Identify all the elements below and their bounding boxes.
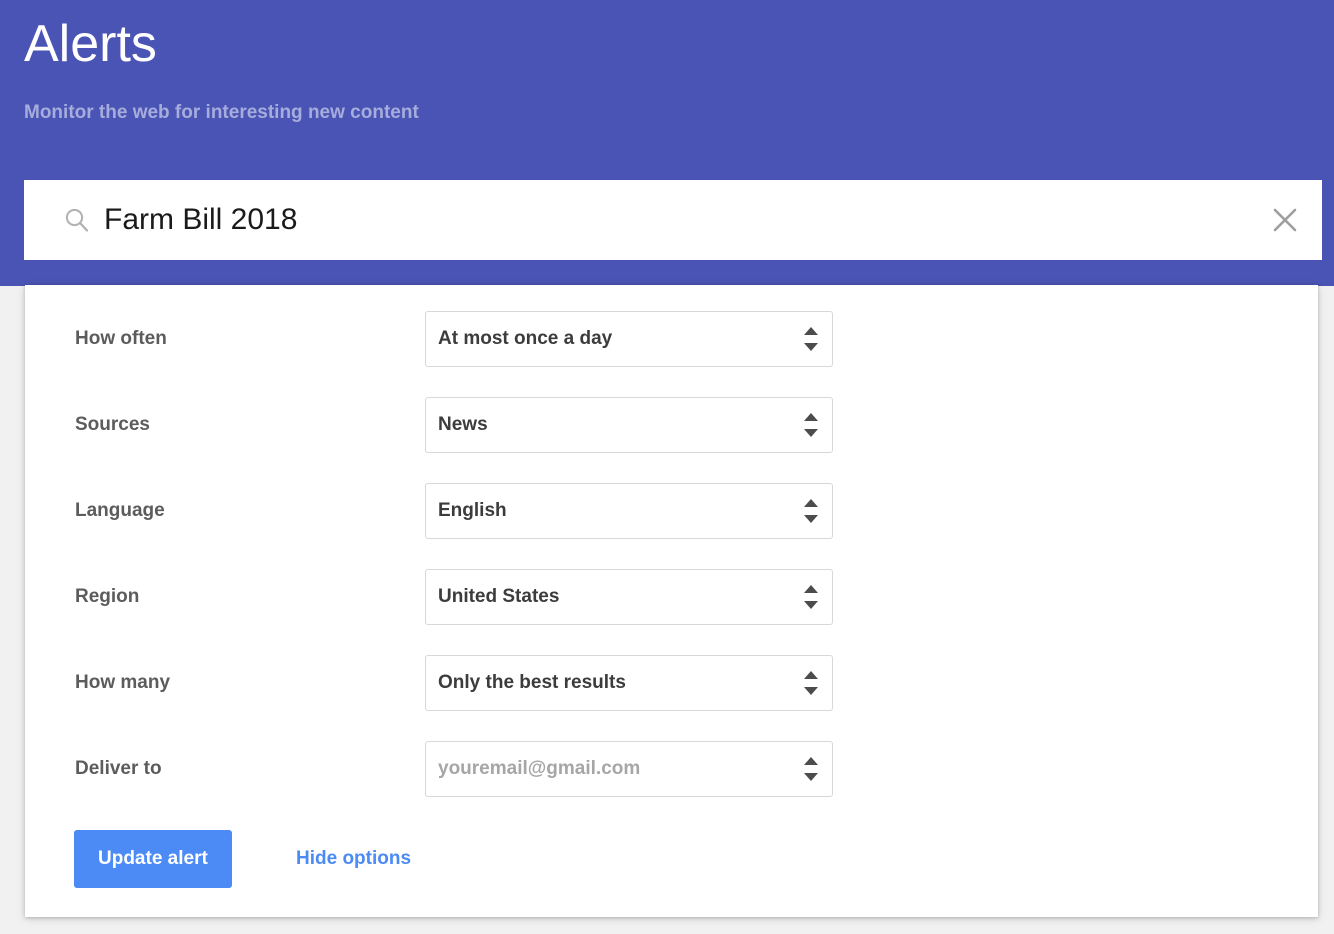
select-deliver-to[interactable]: youremail@gmail.com — [425, 741, 833, 797]
select-region-value: United States — [438, 586, 559, 608]
select-deliver-to-value: youremail@gmail.com — [438, 758, 640, 780]
select-region[interactable]: United States — [425, 569, 833, 625]
search-icon — [64, 207, 90, 233]
update-alert-button[interactable]: Update alert — [74, 830, 232, 888]
page-subtitle: Monitor the web for interesting new cont… — [24, 100, 419, 126]
label-how-often: How often — [75, 328, 167, 350]
label-how-many: How many — [75, 672, 170, 694]
select-language[interactable]: English — [425, 483, 833, 539]
label-sources: Sources — [75, 414, 150, 436]
form-row-sources: Sources News — [25, 397, 1318, 453]
form-row-how-often: How often At most once a day — [25, 311, 1318, 367]
form-row-how-many: How many Only the best results — [25, 655, 1318, 711]
select-how-often[interactable]: At most once a day — [425, 311, 833, 367]
page-header: Alerts Monitor the web for interesting n… — [0, 0, 1334, 286]
stepper-arrows-icon[interactable] — [804, 412, 818, 438]
alert-options-card: How often At most once a day Sources New… — [25, 285, 1318, 917]
label-language: Language — [75, 500, 165, 522]
form-row-language: Language English — [25, 483, 1318, 539]
select-how-often-value: At most once a day — [438, 328, 612, 350]
stepper-arrows-icon[interactable] — [804, 670, 818, 696]
form-row-region: Region United States — [25, 569, 1318, 625]
stepper-arrows-icon[interactable] — [804, 498, 818, 524]
stepper-arrows-icon[interactable] — [804, 584, 818, 610]
select-language-value: English — [438, 500, 507, 522]
select-how-many-value: Only the best results — [438, 672, 626, 694]
label-deliver-to: Deliver to — [75, 758, 162, 780]
stepper-arrows-icon[interactable] — [804, 756, 818, 782]
search-bar[interactable]: Farm Bill 2018 — [24, 180, 1322, 260]
search-input[interactable]: Farm Bill 2018 — [104, 202, 297, 238]
select-how-many[interactable]: Only the best results — [425, 655, 833, 711]
alerts-page: Alerts Monitor the web for interesting n… — [0, 0, 1334, 934]
stepper-arrows-icon[interactable] — [804, 326, 818, 352]
close-icon[interactable] — [1268, 203, 1302, 237]
select-sources-value: News — [438, 414, 488, 436]
page-title: Alerts — [24, 13, 157, 75]
select-sources[interactable]: News — [425, 397, 833, 453]
form-row-deliver-to: Deliver to youremail@gmail.com — [25, 741, 1318, 797]
hide-options-link[interactable]: Hide options — [296, 830, 411, 888]
label-region: Region — [75, 586, 139, 608]
card-actions: Update alert Hide options — [25, 830, 1318, 890]
